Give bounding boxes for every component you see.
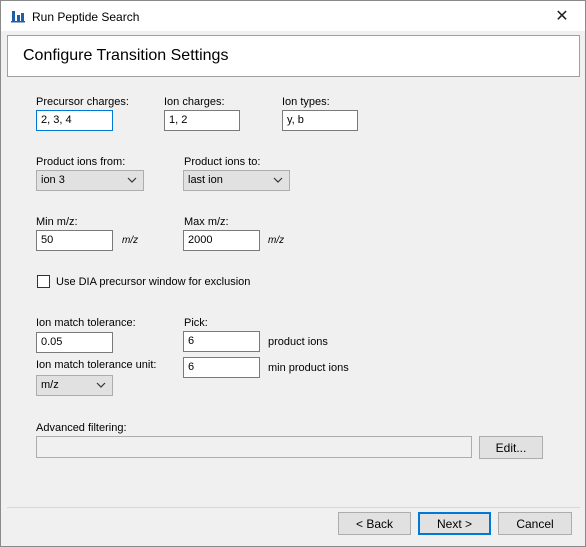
max-mz-input[interactable]: 2000 — [183, 230, 260, 251]
back-button[interactable]: < Back — [338, 512, 411, 535]
ion-types-input[interactable]: y, b — [282, 110, 358, 131]
close-icon: ✕ — [555, 8, 569, 25]
edit-advanced-filtering-button[interactable]: Edit... — [479, 436, 543, 459]
max-mz-label: Max m/z: — [184, 216, 229, 228]
ion-match-tolerance-label: Ion match tolerance: — [36, 317, 136, 329]
min-mz-unit: m/z — [122, 235, 139, 246]
ion-match-tolerance-unit-label: Ion match tolerance unit: — [36, 359, 157, 371]
advanced-filtering-label: Advanced filtering: — [36, 422, 127, 434]
pick-label: Pick: — [184, 317, 208, 329]
precursor-charges-label: Precursor charges: — [36, 96, 129, 108]
chevron-down-icon — [273, 177, 283, 183]
ion-match-tolerance-input[interactable]: 0.05 — [36, 332, 113, 353]
ion-charges-label: Ion charges: — [164, 96, 225, 108]
window-title: Run Peptide Search — [32, 10, 140, 24]
ion-match-tolerance-unit-value: m/z — [41, 379, 59, 391]
product-ions-to-value: last ion — [188, 174, 223, 186]
product-ions-to-select[interactable]: last ion — [183, 170, 290, 191]
ion-match-tolerance-unit-select[interactable]: m/z — [36, 375, 113, 396]
pick-min-product-ions-input[interactable]: 6 — [183, 357, 260, 378]
page-title: Configure Transition Settings — [23, 47, 229, 64]
next-button[interactable]: Next > — [418, 512, 491, 535]
chevron-down-icon — [127, 177, 137, 183]
ion-charges-input[interactable]: 1, 2 — [164, 110, 240, 131]
footer-separator — [7, 507, 580, 508]
ion-types-label: Ion types: — [282, 96, 330, 108]
product-ions-to-label: Product ions to: — [184, 156, 261, 168]
dia-exclusion-label: Use DIA precursor window for exclusion — [56, 276, 251, 288]
pick-product-ions-label: product ions — [268, 336, 328, 348]
pick-product-ions-input[interactable]: 6 — [183, 331, 260, 352]
product-ions-from-label: Product ions from: — [36, 156, 126, 168]
dia-exclusion-checkbox[interactable] — [37, 275, 50, 288]
product-ions-from-select[interactable]: ion 3 — [36, 170, 144, 191]
product-ions-from-value: ion 3 — [41, 174, 65, 186]
max-mz-unit: m/z — [268, 235, 285, 246]
page-header: Configure Transition Settings — [7, 35, 580, 77]
advanced-filtering-input — [36, 436, 472, 458]
cancel-button[interactable]: Cancel — [498, 512, 572, 535]
close-button[interactable]: ✕ — [539, 1, 585, 31]
title-bar: Run Peptide Search ✕ — [1, 1, 585, 31]
skyline-app-icon — [11, 11, 25, 23]
min-mz-label: Min m/z: — [36, 216, 78, 228]
precursor-charges-input[interactable]: 2, 3, 4 — [36, 110, 113, 131]
run-peptide-search-dialog: Run Peptide Search ✕ Configure Transitio… — [0, 0, 586, 547]
pick-min-product-ions-label: min product ions — [268, 362, 349, 374]
chevron-down-icon — [96, 382, 106, 388]
min-mz-input[interactable]: 50 — [36, 230, 113, 251]
